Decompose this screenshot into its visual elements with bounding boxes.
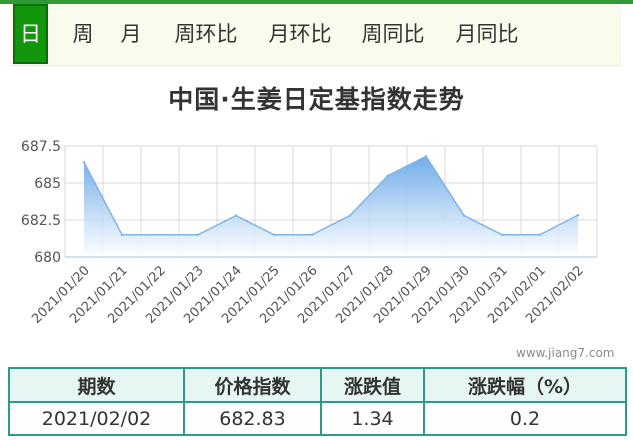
index-trend-chart: 687.5685682.56802021/01/202021/01/212021…: [21, 139, 598, 327]
data-point: [120, 233, 124, 236]
y-tick-label: 687.5: [21, 139, 61, 155]
data-point: [158, 233, 162, 236]
cell-period: 2021/02/02: [8, 401, 185, 436]
data-point: [386, 174, 390, 177]
data-point: [576, 213, 580, 217]
cell-change-value: 1.34: [320, 401, 425, 436]
cell-price-index: 682.83: [183, 401, 322, 436]
data-point: [462, 214, 466, 217]
data-point: [538, 233, 542, 236]
table-header-row: 期数 价格指数 涨跌值 涨跌幅（%）: [8, 367, 627, 403]
index-summary-table: 期数 价格指数 涨跌值 涨跌幅（%） 2021/02/02 682.83 1.3…: [8, 367, 627, 436]
cell-change-percent: 0.2: [423, 401, 627, 436]
data-point: [500, 233, 504, 236]
y-tick-label: 682.5: [21, 213, 61, 229]
y-tick-label: 685: [34, 176, 61, 192]
site-watermark: www.jiang7.com: [516, 346, 615, 360]
data-point: [234, 214, 238, 217]
header-period: 期数: [8, 367, 185, 403]
data-point: [272, 233, 276, 236]
y-tick-label: 680: [34, 250, 61, 266]
data-point: [424, 155, 428, 158]
header-change-value: 涨跌值: [320, 367, 425, 403]
table-row: 2021/02/02 682.83 1.34 0.2: [8, 401, 627, 436]
data-point: [196, 233, 200, 236]
header-price-index: 价格指数: [183, 367, 322, 403]
data-point: [310, 233, 314, 236]
data-point: [348, 214, 352, 217]
header-change-percent: 涨跌幅（%）: [423, 367, 627, 403]
data-point: [82, 161, 86, 164]
